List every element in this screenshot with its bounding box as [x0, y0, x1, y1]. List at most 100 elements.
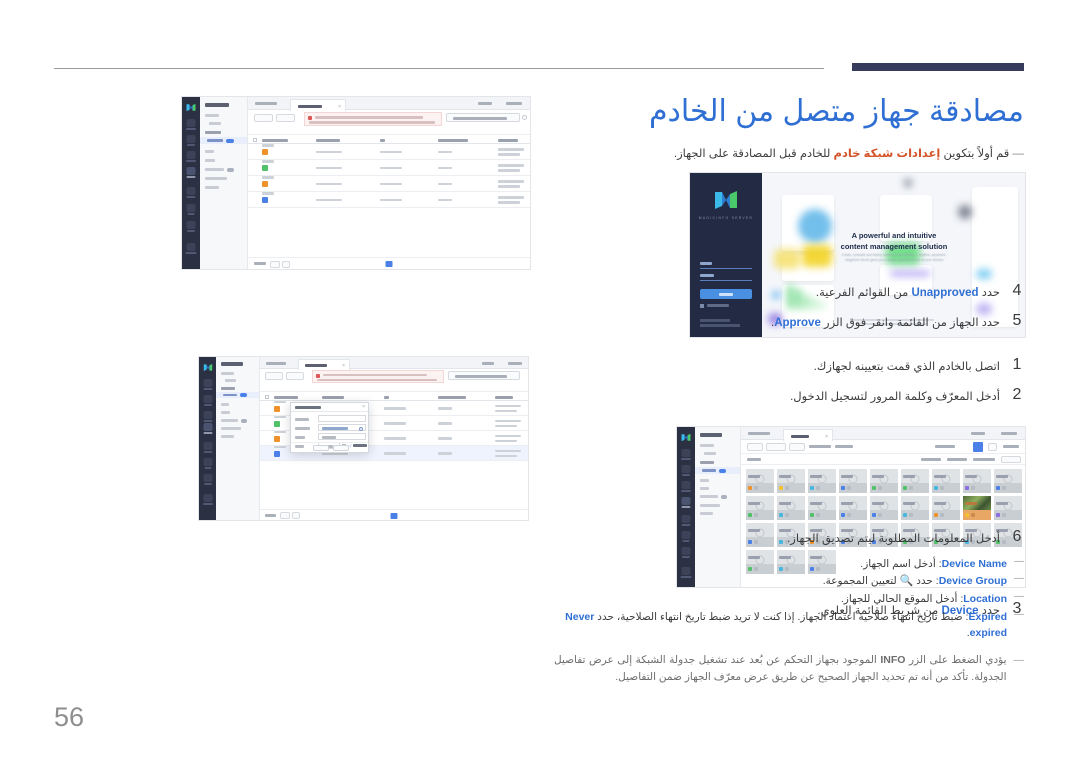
grid-list-toggle[interactable]: [988, 443, 997, 451]
dialog-approve-button[interactable]: [265, 372, 283, 380]
login-signin-button[interactable]: [700, 289, 752, 299]
magicinfo-logo-icon: [186, 103, 196, 112]
device-grid-cell[interactable]: [870, 496, 898, 520]
table-row[interactable]: [248, 144, 530, 160]
dialog-tab-bar: ×: [260, 357, 528, 370]
step-4-suffix: من القوائم الفرعية.: [815, 287, 912, 299]
search-icon[interactable]: [359, 426, 363, 431]
device-grid-cell[interactable]: [746, 496, 774, 520]
login-password-field[interactable]: [700, 272, 752, 281]
cell-model-1: [495, 434, 521, 437]
device-grid-cell[interactable]: [746, 523, 774, 547]
cell-ip: [438, 198, 452, 201]
device-cell-label: [748, 529, 760, 532]
grid-btn-3[interactable]: [789, 443, 805, 451]
device-cell-footer: [839, 475, 867, 493]
step-5: 5 حدد الجهاز من القائمة وانقر فوق الزر A…: [684, 312, 1024, 332]
device-cell-label: [934, 502, 946, 505]
bullet-dash: —: [1014, 573, 1024, 585]
cell-device-name: [316, 182, 342, 185]
device-type-icon: [909, 486, 913, 490]
login-userid-field[interactable]: [700, 260, 752, 269]
table-row[interactable]: [248, 176, 530, 192]
modal-cancel-button[interactable]: [333, 445, 349, 451]
page-prev[interactable]: [282, 260, 290, 268]
login-brand-text: MAGICINFO SERVER: [698, 216, 754, 220]
magicinfo-logo-icon: [715, 191, 737, 209]
device-grid-cell[interactable]: [777, 469, 805, 493]
device-type-icon: [971, 486, 975, 490]
cell-ip: [438, 407, 452, 410]
device-status-icon: [274, 420, 280, 427]
list-approve-button[interactable]: [254, 114, 273, 122]
page-prev[interactable]: [292, 512, 300, 519]
page-current[interactable]: [390, 512, 398, 519]
grid-filter-bar: [741, 454, 1025, 465]
device-grid-cell[interactable]: [932, 469, 960, 493]
device-cell-footer: [963, 475, 991, 493]
bullet-2-keyword: Location: [963, 593, 1007, 606]
device-cell-label: [748, 475, 760, 478]
select-all-checkbox[interactable]: [253, 138, 257, 142]
device-grid-cell[interactable]: [932, 496, 960, 520]
device-cell-footer: [994, 475, 1022, 493]
device-grid-cell[interactable]: [901, 496, 929, 520]
device-grid-cell[interactable]: [777, 496, 805, 520]
device-grid-cell[interactable]: [839, 469, 867, 493]
modal-input-location[interactable]: [318, 433, 366, 440]
list-table-header: [248, 134, 530, 144]
note-prefix: يؤدي الضغط على الزر: [905, 654, 1007, 666]
device-status-icon: [996, 486, 1000, 490]
list-left-rail: [182, 97, 200, 269]
modal-close-icon[interactable]: ×: [362, 405, 365, 410]
table-row[interactable]: [248, 192, 530, 208]
list-search-box[interactable]: [446, 113, 520, 122]
cell-ip: [438, 422, 452, 425]
table-row[interactable]: [248, 160, 530, 176]
list-nav-title: [205, 103, 229, 107]
magicinfo-logo-icon: [681, 433, 691, 442]
grid-btn-2[interactable]: [766, 443, 786, 451]
device-grid-cell[interactable]: [901, 469, 929, 493]
select-all-checkbox[interactable]: [265, 395, 269, 399]
grid-nav-title: [700, 433, 722, 437]
device-grid-cell[interactable]: [963, 469, 991, 493]
grid-btn-1[interactable]: [747, 443, 763, 451]
search-icon[interactable]: [522, 115, 527, 120]
device-status-icon: [274, 405, 280, 412]
cell-model-2: [498, 201, 520, 204]
page-current[interactable]: [385, 261, 393, 267]
device-grid-cell[interactable]: [994, 469, 1022, 493]
hero-title: A powerful and intuitive content managem…: [840, 231, 948, 251]
list-nav-column: [200, 97, 248, 269]
cell-device-name: [316, 150, 342, 153]
list-delete-button[interactable]: [276, 114, 295, 122]
cell-model-2: [498, 185, 520, 188]
device-grid-cell[interactable]: [808, 496, 836, 520]
page-size-select[interactable]: [280, 512, 290, 519]
modal-input-device-group[interactable]: [318, 424, 366, 431]
row-sub-label: [262, 160, 274, 163]
bullet-list: — Device Name: أدخل اسم الجهاز. — Device…: [554, 556, 1024, 642]
device-type-icon: [847, 513, 851, 517]
subtitle-prefix: قم أولاً بتكوين: [940, 148, 1010, 160]
page-size-select[interactable]: [270, 260, 280, 268]
device-grid-cell[interactable]: [994, 496, 1022, 520]
modal-label-device-group: [295, 427, 310, 430]
modal-ok-button[interactable]: [313, 445, 329, 451]
login-remember-checkbox[interactable]: [700, 304, 704, 308]
grid-view-toggle[interactable]: [973, 442, 983, 452]
device-grid-cell[interactable]: [963, 496, 991, 520]
dialog-delete-button[interactable]: [286, 372, 304, 380]
dialog-search-box[interactable]: [448, 371, 520, 380]
device-status-icon: [810, 513, 814, 517]
device-grid-cell[interactable]: [808, 469, 836, 493]
device-type-icon: [878, 486, 882, 490]
cell-ip: [438, 150, 452, 153]
device-grid-cell[interactable]: [746, 469, 774, 493]
device-grid-cell[interactable]: [870, 469, 898, 493]
grid-filter-input[interactable]: [1001, 456, 1021, 463]
device-grid-cell[interactable]: [839, 496, 867, 520]
modal-input-device-name[interactable]: [318, 415, 366, 422]
cell-ip: [438, 437, 452, 440]
